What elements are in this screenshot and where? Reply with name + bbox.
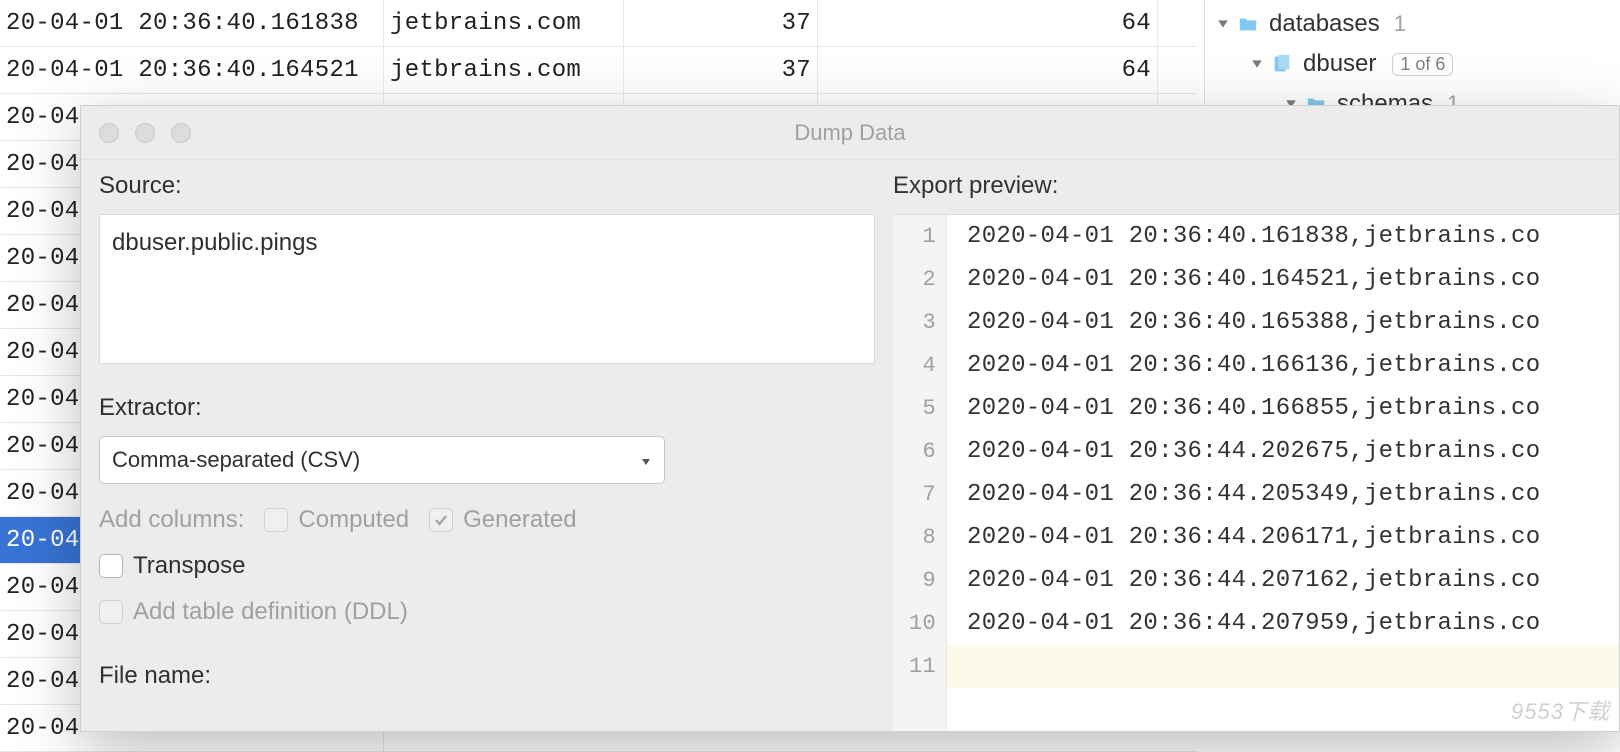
tree-label: dbuser (1303, 50, 1376, 78)
export-preview-pane: Export preview: 1234567891011 2020-04-01… (893, 160, 1619, 731)
preview-label: Export preview: (893, 172, 1619, 200)
tree-label: databases (1269, 10, 1380, 38)
ddl-checkbox (99, 600, 123, 624)
source-list[interactable]: dbuser.public.pings (99, 214, 875, 364)
gutter-line-number: 3 (893, 301, 946, 344)
gutter-line-number: 4 (893, 344, 946, 387)
minimize-icon[interactable] (135, 123, 155, 143)
dropdown-value: Comma-separated (CSV) (112, 447, 360, 473)
gutter-line-number: 7 (893, 473, 946, 516)
editor-line: 2020-04-01 20:36:40.166136,jetbrains.co (947, 344, 1619, 387)
preview-editor[interactable]: 1234567891011 2020-04-01 20:36:40.161838… (893, 214, 1619, 731)
editor-line: 2020-04-01 20:36:44.207959,jetbrains.co (947, 602, 1619, 645)
extractor-label: Extractor: (99, 394, 875, 422)
tree-item-dbuser[interactable]: dbuser 1 of 6 (1205, 44, 1620, 84)
source-label: Source: (99, 172, 875, 200)
editor-line: 2020-04-01 20:36:40.165388,jetbrains.co (947, 301, 1619, 344)
database-icon (1271, 53, 1293, 75)
gutter-line-number: 2 (893, 258, 946, 301)
table-row[interactable]: 20-04-01 20:36:40.161838jetbrains.com376… (0, 0, 1197, 47)
editor-line: 2020-04-01 20:36:40.164521,jetbrains.co (947, 258, 1619, 301)
gutter-line-number: 6 (893, 430, 946, 473)
generated-label: Generated (463, 506, 576, 534)
editor-line: 2020-04-01 20:36:44.202675,jetbrains.co (947, 430, 1619, 473)
editor-line: 2020-04-01 20:36:40.166855,jetbrains.co (947, 387, 1619, 430)
export-options-pane: Source: dbuser.public.pings Extractor: C… (81, 160, 893, 731)
close-icon[interactable] (99, 123, 119, 143)
gutter-line-number: 8 (893, 516, 946, 559)
tree-item-databases[interactable]: databases 1 (1205, 4, 1620, 44)
cell-timestamp: 20-04-01 20:36:40.164521 (0, 47, 384, 93)
watermark: 9553下载 (1511, 694, 1610, 726)
add-columns-label: Add columns: (99, 506, 244, 534)
gutter-line-number: 5 (893, 387, 946, 430)
editor-line (947, 645, 1619, 688)
file-name-label: File name: (99, 662, 875, 690)
editor-line: 2020-04-01 20:36:44.206171,jetbrains.co (947, 516, 1619, 559)
cell-timestamp: 20-04-01 20:36:40.161838 (0, 0, 384, 46)
gutter-line-number: 11 (893, 645, 946, 688)
editor-line: 2020-04-01 20:36:44.207162,jetbrains.co (947, 559, 1619, 602)
cell-host: jetbrains.com (384, 47, 624, 93)
transpose-checkbox[interactable] (99, 554, 123, 578)
editor-content: 2020-04-01 20:36:40.161838,jetbrains.co2… (947, 215, 1619, 731)
tree-count: 1 (1394, 11, 1406, 37)
cell-value-a: 37 (624, 47, 818, 93)
chevron-down-icon (1249, 56, 1265, 72)
chevron-down-icon (1215, 16, 1231, 32)
maximize-icon[interactable] (171, 123, 191, 143)
ddl-label: Add table definition (DDL) (133, 598, 408, 626)
gutter-line-number: 10 (893, 602, 946, 645)
dump-data-dialog: Dump Data Source: dbuser.public.pings Ex… (80, 105, 1620, 732)
badge: 1 of 6 (1392, 53, 1453, 76)
source-item[interactable]: dbuser.public.pings (112, 229, 317, 256)
cell-value-b: 64 (818, 47, 1158, 93)
computed-label: Computed (298, 506, 409, 534)
folder-icon (1237, 13, 1259, 35)
cell-host: jetbrains.com (384, 0, 624, 46)
window-controls (99, 123, 191, 143)
cell-value-a: 37 (624, 0, 818, 46)
gutter-line-number: 9 (893, 559, 946, 602)
ddl-row: Add table definition (DDL) (99, 598, 875, 626)
add-columns-row: Add columns: Computed Generated (99, 506, 875, 534)
dialog-titlebar[interactable]: Dump Data (81, 106, 1619, 160)
generated-checkbox (429, 508, 453, 532)
editor-line: 2020-04-01 20:36:40.161838,jetbrains.co (947, 215, 1619, 258)
table-row[interactable]: 20-04-01 20:36:40.164521jetbrains.com376… (0, 47, 1197, 94)
chevron-down-icon (640, 447, 652, 473)
extractor-dropdown[interactable]: Comma-separated (CSV) (99, 436, 665, 484)
transpose-label: Transpose (133, 552, 246, 580)
transpose-row: Transpose (99, 552, 875, 580)
dialog-title: Dump Data (81, 120, 1619, 146)
editor-line: 2020-04-01 20:36:44.205349,jetbrains.co (947, 473, 1619, 516)
computed-checkbox (264, 508, 288, 532)
line-gutter: 1234567891011 (893, 215, 947, 731)
cell-value-b: 64 (818, 0, 1158, 46)
gutter-line-number: 1 (893, 215, 946, 258)
